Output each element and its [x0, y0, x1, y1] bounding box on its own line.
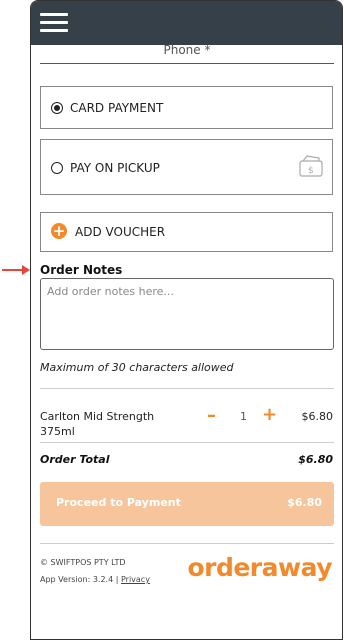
- cart-item-name: Carlton Mid Strength 375ml: [40, 410, 155, 438]
- app-version-text: App Version: 3.2.4 |: [40, 575, 119, 584]
- cart-item-price: $6.80: [301, 410, 334, 423]
- add-voucher-button[interactable]: + ADD VOUCHER: [40, 212, 333, 252]
- order-notes-hint: Maximum of 30 characters allowed: [40, 361, 234, 374]
- order-total-label: Order Total: [40, 453, 110, 466]
- minus-icon[interactable]: –: [207, 405, 216, 426]
- divider: [40, 388, 334, 389]
- card-payment-option[interactable]: CARD PAYMENT: [40, 86, 333, 129]
- plus-icon[interactable]: +: [262, 404, 277, 425]
- proceed-to-payment-amount: $6.80: [287, 496, 322, 509]
- menu-icon[interactable]: [40, 13, 68, 33]
- proceed-to-payment-label: Proceed to Payment: [56, 496, 181, 509]
- svg-text:$: $: [308, 166, 314, 176]
- proceed-to-payment-button[interactable]: Proceed to Payment $6.80: [40, 482, 334, 526]
- radio-icon[interactable]: [51, 162, 63, 174]
- top-bar: [31, 1, 342, 45]
- order-notes-input[interactable]: [40, 278, 334, 350]
- privacy-link[interactable]: Privacy: [121, 575, 150, 584]
- pay-on-pickup-option[interactable]: PAY ON PICKUP $: [40, 139, 333, 195]
- cart-item-quantity: 1: [240, 410, 247, 423]
- phone-label: Phone *: [163, 43, 211, 57]
- cash-icon: $: [299, 155, 323, 177]
- add-voucher-label: ADD VOUCHER: [75, 225, 166, 239]
- radio-icon[interactable]: [51, 102, 63, 114]
- phone-field[interactable]: Phone *: [40, 43, 334, 64]
- annotation-arrow-icon: [2, 265, 30, 275]
- order-notes-title: Order Notes: [40, 263, 123, 277]
- app-frame: Phone * CARD PAYMENT PAY ON PICKUP $ + A…: [30, 0, 343, 640]
- orderaway-logo: orderaway: [187, 553, 332, 582]
- card-payment-label: CARD PAYMENT: [70, 101, 164, 115]
- copyright-text: © SWIFTPOS PTY LTD: [40, 558, 126, 567]
- app-version: App Version: 3.2.4 | Privacy: [40, 575, 150, 584]
- plus-circle-icon: +: [51, 222, 67, 240]
- pay-on-pickup-label: PAY ON PICKUP: [70, 161, 160, 175]
- order-total-value: $6.80: [298, 453, 333, 466]
- divider: [40, 442, 334, 443]
- divider: [40, 543, 334, 544]
